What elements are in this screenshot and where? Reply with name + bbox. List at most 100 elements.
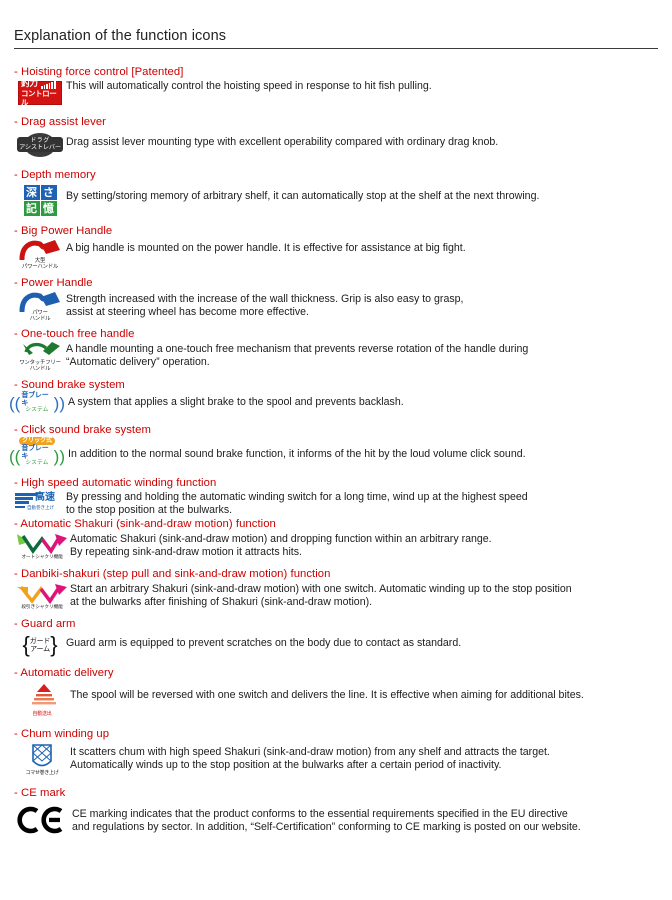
entry-title: - One-touch free handle [14, 328, 135, 340]
description-line-2: to the stop position at the bulwarks. [66, 503, 233, 516]
list-item: - Sound brake system (( 音ブレーキ システム )) A … [9, 379, 662, 415]
description-line-1: By setting/storing memory of arbitrary s… [66, 190, 540, 202]
description-line-2: and regulations by sector. In addition, … [72, 820, 581, 833]
list-item: - High speed automatic winding function … [14, 477, 662, 516]
zigzag-shape [17, 584, 67, 605]
icon-caption: オートシャクリ機能 [21, 555, 63, 561]
entry-body: 自動送出 The spool will be reversed with one… [14, 679, 662, 719]
ce-mark-icon [17, 803, 69, 837]
left-bracket-icon: { [22, 632, 30, 658]
lever-band: ドラグ アシストレバー [17, 137, 63, 152]
zigzag-shape [17, 534, 67, 555]
icon-caption: 音ブレーキ システム [21, 444, 52, 467]
entry-title: - Hoisting force control [Patented] [14, 66, 184, 78]
entry-title: - Power Handle [14, 277, 93, 289]
automatic-shakuri-icon: オートシャクリ機能 [15, 532, 69, 560]
entry-body: 高速 自動巻き上げ By pressing and holding the au… [14, 489, 662, 516]
handle-arrow-shape [23, 342, 60, 355]
entry-body: 大型 パワーハンドル A big handle is mounted on th… [14, 237, 662, 270]
description-line-2: Automatically winds up to the stop posit… [70, 758, 502, 771]
icon-caption: パワー ハンドル [15, 310, 65, 322]
high-speed-winding-icon: 高速 自動巻き上げ [15, 491, 65, 515]
icon-cell: 釣力 コントロール [14, 79, 66, 107]
icon-cell: 高速 自動巻き上げ [14, 490, 66, 516]
big-power-handle-icon: 大型 パワーハンドル [15, 238, 65, 270]
entry-title: - Automatic delivery [14, 667, 114, 680]
icon-caption: 自動送出 [32, 711, 52, 718]
brake-inner: (( 音ブレーキ システム )) [9, 444, 65, 467]
entry-body: CE marking indicates that the product co… [14, 799, 662, 839]
entry-body: 段引きシャクリ機能 Start an arbitrary Shakuri (si… [14, 580, 662, 611]
list-item: - Automatic Shakuri (sink-and-draw motio… [14, 518, 662, 561]
icon-cell: ドラグ アシストレバー [14, 130, 66, 160]
entry-description: A system that applies a slight brake to … [68, 391, 404, 409]
brake-arcs: (( 音ブレーキ システム )) [9, 444, 65, 467]
list-item: - Guard arm { ガード アーム } Guard arm is equ… [14, 618, 662, 659]
icon-text-line2: ハンドル [29, 316, 51, 322]
entry-description: By setting/storing memory of arbitrary s… [66, 181, 539, 203]
description-line-1: By pressing and holding the automatic wi… [66, 491, 528, 503]
icon-tile-3: 記 [23, 200, 40, 216]
header-divider [14, 48, 658, 49]
entry-title: - Big Power Handle [14, 225, 113, 237]
left-arc-icon: (( [9, 393, 21, 413]
handle-curve-shape [19, 292, 60, 312]
page-title: Explanation of the function icons [14, 28, 227, 44]
entry-title: - CE mark [14, 787, 66, 800]
description-line-1: A system that applies a slight brake to … [68, 396, 404, 408]
icon-text-line2: システム [25, 460, 49, 467]
icon-cell [14, 801, 72, 839]
icon-cell: ワンタッチフリー ハンドル [14, 341, 66, 372]
description-line-1: Guard arm is equipped to prevent scratch… [66, 637, 462, 650]
icon-text-line2: システム [25, 407, 49, 414]
guard-arm-icon: { ガード アーム } [18, 632, 62, 658]
entry-description: Strength increased with the increase of … [66, 289, 463, 318]
icon-tile-2: さ [40, 184, 57, 200]
up-arrow-stack-shape [32, 684, 56, 705]
chum-winding-up-icon: コマせ巻き上げ [19, 744, 65, 776]
entry-body: 釣力 コントロール This will automatically contro… [14, 78, 662, 107]
entry-body: ワンタッチフリー ハンドル A handle mounting a one-to… [14, 340, 662, 372]
hoisting-force-control-icon: 釣力 コントロール [18, 79, 62, 107]
description-line-1: A handle mounting a one-touch free mecha… [66, 343, 529, 355]
icon-text-line2: 自動巻き上げ [27, 506, 54, 511]
icon-text-line2: ハンドル [29, 366, 51, 372]
icon-cell: コマせ巻き上げ [14, 742, 70, 778]
entry-title: - Sound brake system [14, 379, 125, 391]
description-line-1: This will automatically control the hois… [66, 80, 432, 92]
chum-pot-shape [32, 744, 52, 767]
icon-caption: ガード アーム [29, 636, 51, 654]
drag-assist-lever-icon: ドラグ アシストレバー [17, 132, 63, 158]
function-icons-page: Explanation of the function icons - Hois… [0, 0, 672, 900]
icon-text-line1: 音ブレーキ [21, 444, 49, 460]
description-line-2: “Automatic delivery” operation. [66, 355, 210, 368]
list-item: - Click sound brake system クリック式 (( 音ブレー… [9, 424, 662, 470]
automatic-delivery-icon: 自動送出 [20, 683, 64, 717]
icon-text-line1: 高速 [35, 492, 55, 503]
description-line-1: CE marking indicates that the product co… [72, 808, 568, 821]
entry-title: - Depth memory [14, 169, 96, 181]
power-handle-icon: パワー ハンドル [15, 290, 65, 322]
entry-description: A handle mounting a one-touch free mecha… [66, 340, 528, 368]
entry-description: Automatic Shakuri (sink-and-draw motion)… [70, 530, 492, 558]
entry-title: - Automatic Shakuri (sink-and-draw motio… [14, 518, 276, 531]
description-line-2: at the bulwarks after finishing of Shaku… [70, 595, 373, 608]
sound-brake-system-icon: (( 音ブレーキ システム )) [9, 391, 65, 414]
description-line-1: Strength increased with the increase of … [66, 293, 464, 305]
description-line-1: It scatters chum with high speed Shakuri… [70, 746, 550, 759]
entry-body: 深 さ 記 憶 By setting/storing memory of arb… [14, 181, 662, 217]
entry-body: クリック式 (( 音ブレーキ システム )) In addition to th… [9, 436, 662, 470]
entry-title: - Click sound brake system [14, 424, 151, 436]
list-item: - Depth memory 深 さ 記 憶 By setting/storin… [14, 169, 662, 217]
icon-cell: 大型 パワーハンドル [14, 238, 66, 270]
icon-caption: コマせ巻き上げ [25, 770, 59, 777]
handle-curve-shape [19, 240, 60, 260]
icon-text-line1: ガード [29, 636, 51, 645]
entry-title: - Guard arm [14, 618, 76, 631]
list-item: - CE mark CE marking indicates that the … [14, 787, 662, 839]
right-arc-icon: )) [53, 446, 65, 466]
icon-text-line2: コントロール [21, 88, 57, 107]
icon-caption: 大型 パワーハンドル [15, 258, 65, 270]
right-arc-icon: )) [53, 393, 65, 413]
list-item: - One-touch free handle ワンタッチフリー ハンドル A … [14, 328, 662, 372]
